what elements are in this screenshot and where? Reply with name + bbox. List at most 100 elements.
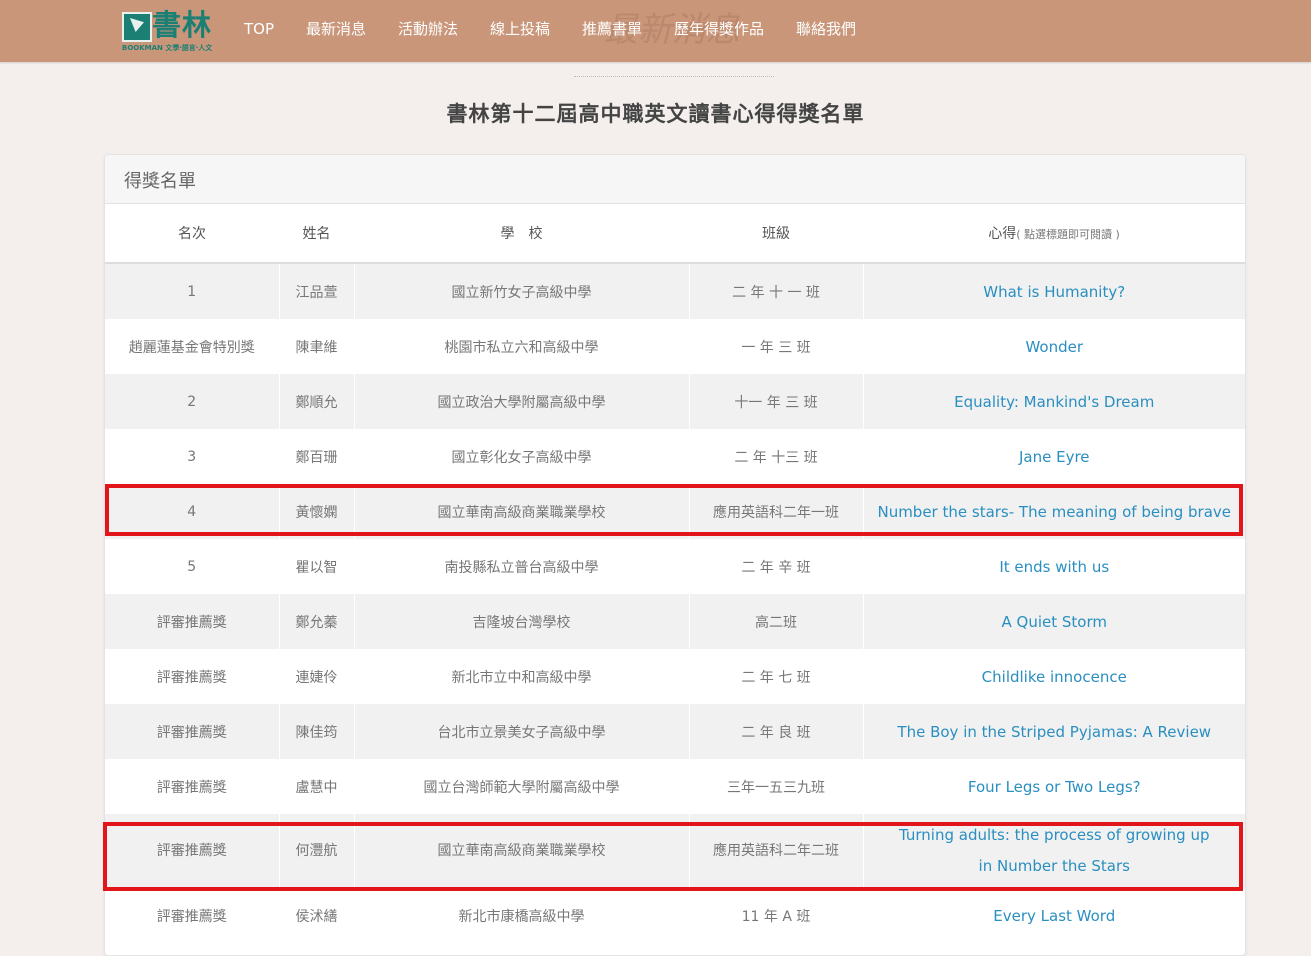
table-row: 3 鄭百珊 國立彰化女子高級中學 二 年 十三 班 Jane Eyre <box>105 429 1245 484</box>
header-class: 班級 <box>689 204 863 264</box>
nav-latest-news[interactable]: 最新消息 <box>306 19 366 39</box>
cell-class: 二 年 十三 班 <box>689 429 864 484</box>
essay-link[interactable]: Childlike innocence <box>982 668 1127 686</box>
table-row: 評審推薦獎 侯沭繕 新北市康橋高級中學 11 年 A 班 Every Last … <box>105 888 1245 943</box>
cell-class: 應用英語科二年一班 <box>689 484 864 539</box>
cell-rank: 趙麗蓮基金會特別獎 <box>105 319 280 374</box>
logo-subtitle: BOOKMAN 文學‧語言‧人文 <box>122 44 213 52</box>
cell-class: 11 年 A 班 <box>689 888 864 943</box>
cell-name: 何灃航 <box>279 814 355 888</box>
essay-link[interactable]: Jane Eyre <box>1019 448 1090 466</box>
cell-essay: Jane Eyre <box>863 429 1245 484</box>
table-row: 評審推薦獎 盧慧中 國立台灣師範大學附屬高級中學 三年一五三九班 Four Le… <box>105 759 1245 814</box>
winners-panel: 得獎名單 名次 姓名 學 校 班級 心得( 點選標題即可閱讀 ) 1 江品萱 國… <box>104 154 1246 956</box>
cell-essay: Equality: Mankind's Dream <box>863 374 1245 429</box>
cell-class: 三年一五三九班 <box>689 759 864 814</box>
cell-rank: 評審推薦獎 <box>105 649 280 704</box>
header-name: 姓名 <box>279 204 354 264</box>
cell-name: 鄭百珊 <box>279 429 355 484</box>
table-header-row: 名次 姓名 學 校 班級 心得( 點選標題即可閱讀 ) <box>105 204 1245 264</box>
cell-name: 盧慧中 <box>279 759 355 814</box>
cell-essay: Four Legs or Two Legs? <box>863 759 1245 814</box>
page-title: 書林第十二屆高中職英文讀書心得得獎名單 <box>446 102 865 126</box>
header-essay: 心得( 點選標題即可閱讀 ) <box>863 204 1245 264</box>
cell-rank: 1 <box>105 263 280 319</box>
cell-class: 應用英語科二年二班 <box>689 814 864 888</box>
cell-rank: 評審推薦獎 <box>105 888 280 943</box>
cell-name: 江品萱 <box>279 263 355 319</box>
cell-essay: Childlike innocence <box>863 649 1245 704</box>
logo-text: 書林 <box>152 8 213 42</box>
essay-link[interactable]: Turning adults: the process of growing u… <box>899 826 1210 844</box>
essay-link[interactable]: What is Humanity? <box>983 283 1125 301</box>
cell-essay: A Quiet Storm <box>863 594 1245 649</box>
cell-class: 一 年 三 班 <box>689 319 864 374</box>
table-row: 評審推薦獎 鄭允蓁 吉隆坡台灣學校 高二班 A Quiet Storm <box>105 594 1245 649</box>
cell-name: 鄭允蓁 <box>279 594 355 649</box>
cell-school: 國立新竹女子高級中學 <box>354 263 690 319</box>
essay-link[interactable]: A Quiet Storm <box>1002 613 1107 631</box>
nav-top[interactable]: TOP <box>244 19 274 39</box>
nav-submit[interactable]: 線上投稿 <box>490 19 550 39</box>
cell-essay: Number the stars- The meaning of being b… <box>863 484 1245 539</box>
nav-past-winners[interactable]: 歷年得獎作品 <box>674 19 764 39</box>
top-navbar: 書林 BOOKMAN 文學‧語言‧人文 最新消息 TOP 最新消息 活動辦法 線… <box>0 0 1311 62</box>
cell-name: 鄭順允 <box>279 374 355 429</box>
nav-rules[interactable]: 活動辦法 <box>398 19 458 39</box>
cell-class: 二 年 良 班 <box>689 704 864 759</box>
cell-name: 陳佳筠 <box>279 704 355 759</box>
cell-rank: 5 <box>105 539 280 594</box>
essay-link[interactable]: Wonder <box>1025 338 1083 356</box>
cell-rank: 評審推薦獎 <box>105 814 280 888</box>
header-school: 學 校 <box>354 204 689 264</box>
nav-contact[interactable]: 聯絡我們 <box>796 19 856 39</box>
cell-school: 國立華南高級商業職業學校 <box>354 814 690 888</box>
table-row: 評審推薦獎 連婕伶 新北市立中和高級中學 二 年 七 班 Childlike i… <box>105 649 1245 704</box>
cell-essay: Turning adults: the process of growing u… <box>863 814 1245 888</box>
cell-name: 陳聿維 <box>279 319 355 374</box>
cell-class: 二 年 十 一 班 <box>689 263 864 319</box>
header-essay-label: 心得 <box>988 226 1017 242</box>
cell-essay: It ends with us <box>863 539 1245 594</box>
essay-link[interactable]: Every Last Word <box>993 907 1115 925</box>
site-logo[interactable]: 書林 BOOKMAN 文學‧語言‧人文 <box>122 8 226 54</box>
cell-class: 二 年 辛 班 <box>689 539 864 594</box>
panel-header: 得獎名單 <box>105 155 1245 204</box>
cell-school: 新北市康橋高級中學 <box>354 888 690 943</box>
cell-name: 連婕伶 <box>279 649 355 704</box>
cell-rank: 評審推薦獎 <box>105 704 280 759</box>
winners-table: 名次 姓名 學 校 班級 心得( 點選標題即可閱讀 ) 1 江品萱 國立新竹女子… <box>105 204 1245 943</box>
cell-school: 國立彰化女子高級中學 <box>354 429 690 484</box>
cell-class: 二 年 七 班 <box>689 649 864 704</box>
cell-rank: 2 <box>105 374 280 429</box>
cell-name: 黃懷嫻 <box>279 484 355 539</box>
cell-school: 國立台灣師範大學附屬高級中學 <box>354 759 690 814</box>
cell-class: 高二班 <box>689 594 864 649</box>
essay-link[interactable]: Equality: Mankind's Dream <box>954 393 1154 411</box>
cell-name: 侯沭繕 <box>279 888 355 943</box>
essay-link[interactable]: Number the stars- The meaning of being b… <box>877 503 1231 521</box>
nav-reading-list[interactable]: 推薦書單 <box>582 19 642 39</box>
cell-school: 國立華南高級商業職業學校 <box>354 484 690 539</box>
cell-essay: The Boy in the Striped Pyjamas: A Review <box>863 704 1245 759</box>
essay-link-line2[interactable]: in Number the Stars <box>979 857 1130 875</box>
cell-school: 國立政治大學附屬高級中學 <box>354 374 690 429</box>
cell-essay: Wonder <box>863 319 1245 374</box>
table-row: 趙麗蓮基金會特別獎 陳聿維 桃園市私立六和高級中學 一 年 三 班 Wonder <box>105 319 1245 374</box>
cell-school: 南投縣私立普台高級中學 <box>354 539 690 594</box>
cell-school: 桃園市私立六和高級中學 <box>354 319 690 374</box>
cell-name: 瞿以智 <box>279 539 355 594</box>
essay-link[interactable]: Four Legs or Two Legs? <box>968 778 1141 796</box>
cell-essay: Every Last Word <box>863 888 1245 943</box>
cell-school: 台北市立景美女子高級中學 <box>354 704 690 759</box>
cell-essay: What is Humanity? <box>863 263 1245 319</box>
table-row: 評審推薦獎 何灃航 國立華南高級商業職業學校 應用英語科二年二班 Turning… <box>105 814 1245 888</box>
cell-rank: 評審推薦獎 <box>105 594 280 649</box>
essay-link[interactable]: The Boy in the Striped Pyjamas: A Review <box>897 723 1211 741</box>
cell-class: 十一 年 三 班 <box>689 374 864 429</box>
header-essay-hint: ( 點選標題即可閱讀 ) <box>1016 228 1120 241</box>
essay-link[interactable]: It ends with us <box>999 558 1109 576</box>
cell-rank: 3 <box>105 429 280 484</box>
table-row: 4 黃懷嫻 國立華南高級商業職業學校 應用英語科二年一班 Number the … <box>105 484 1245 539</box>
logo-mark-icon <box>122 12 152 42</box>
